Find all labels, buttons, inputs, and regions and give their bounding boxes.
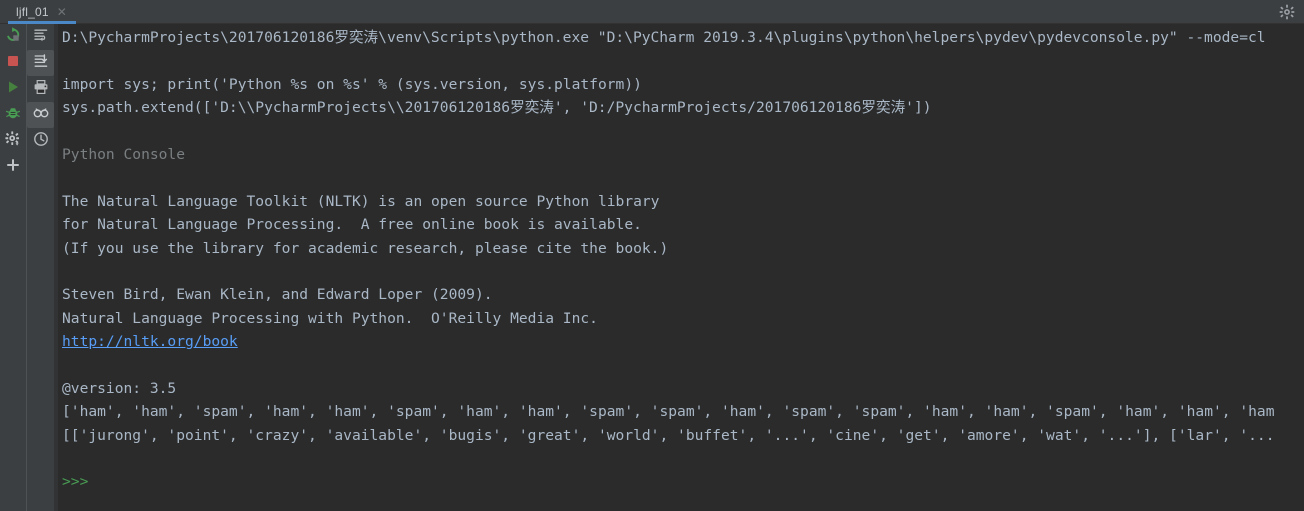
tab-ljfl-01[interactable]: ljfl_01 ✕ xyxy=(8,0,75,23)
show-variables-button[interactable] xyxy=(27,102,54,128)
labels-output-line: ['ham', 'ham', 'spam', 'ham', 'ham', 'sp… xyxy=(62,403,1275,421)
soft-wrap-button[interactable] xyxy=(27,24,54,50)
debug-button[interactable] xyxy=(0,102,26,128)
citation-url-line: http://nltk.org/book xyxy=(58,330,1304,353)
scroll-to-end-button[interactable] xyxy=(27,50,54,76)
plus-icon xyxy=(5,157,21,177)
tab-bar: ljfl_01 ✕ xyxy=(0,0,1304,24)
console-label: Python Console xyxy=(62,145,186,163)
print-icon xyxy=(33,79,49,99)
soft-wrap-icon xyxy=(33,27,49,47)
console-output-area[interactable]: D:\PycharmProjects\201706120186罗奕涛\venv\… xyxy=(54,24,1304,511)
stop-icon xyxy=(5,53,21,73)
gear-icon xyxy=(5,131,21,151)
settings-button[interactable] xyxy=(0,128,26,154)
nltk-description-line-2: for Natural Language Processing. A free … xyxy=(62,216,642,234)
citation-line-1: Steven Bird, Ewan Klein, and Edward Lope… xyxy=(62,286,493,304)
console-syspath-line: sys.path.extend(['D:\\PycharmProjects\\2… xyxy=(62,99,932,117)
print-button[interactable] xyxy=(27,76,54,102)
rerun-icon xyxy=(5,27,21,47)
console-prompt[interactable]: >>> xyxy=(58,470,1304,493)
nltk-description-line-1: The Natural Language Toolkit (NLTK) is a… xyxy=(62,192,660,210)
console-command-line: D:\PycharmProjects\201706120186罗奕涛\venv\… xyxy=(62,29,1266,46)
tab-label: ljfl_01 xyxy=(16,4,49,19)
nltk-description-line-3: (If you use the library for academic res… xyxy=(62,239,669,257)
close-icon[interactable]: ✕ xyxy=(57,6,67,18)
console-import-line: import sys; print('Python %s on %s' % (s… xyxy=(62,75,642,93)
run-button[interactable] xyxy=(0,76,26,102)
console-label-row: Python Console xyxy=(58,143,1304,166)
console-text: D:\PycharmProjects\201706120186罗奕涛\venv\… xyxy=(58,24,1304,494)
stop-button[interactable] xyxy=(0,50,26,76)
pycharm-python-console-window: ljfl_01 ✕ D:\PycharmProjects\20170612018… xyxy=(0,0,1304,511)
binoculars-icon xyxy=(33,105,49,125)
clock-icon xyxy=(33,131,49,151)
version-line: @version: 3.5 xyxy=(62,379,177,397)
run-icon xyxy=(5,79,21,99)
history-button[interactable] xyxy=(27,128,54,154)
scroll-to-end-icon xyxy=(33,53,49,73)
bug-icon xyxy=(5,105,21,125)
citation-line-2: Natural Language Processing with Python.… xyxy=(62,309,598,327)
tokens-output-line: [['jurong', 'point', 'crazy', 'available… xyxy=(62,426,1275,444)
add-button[interactable] xyxy=(0,154,26,180)
console-view-toolbar xyxy=(26,24,54,511)
rerun-button[interactable] xyxy=(0,24,26,50)
gear-icon[interactable] xyxy=(1279,4,1295,20)
console-run-toolbar xyxy=(0,24,26,511)
nltk-book-link[interactable]: http://nltk.org/book xyxy=(62,333,238,350)
